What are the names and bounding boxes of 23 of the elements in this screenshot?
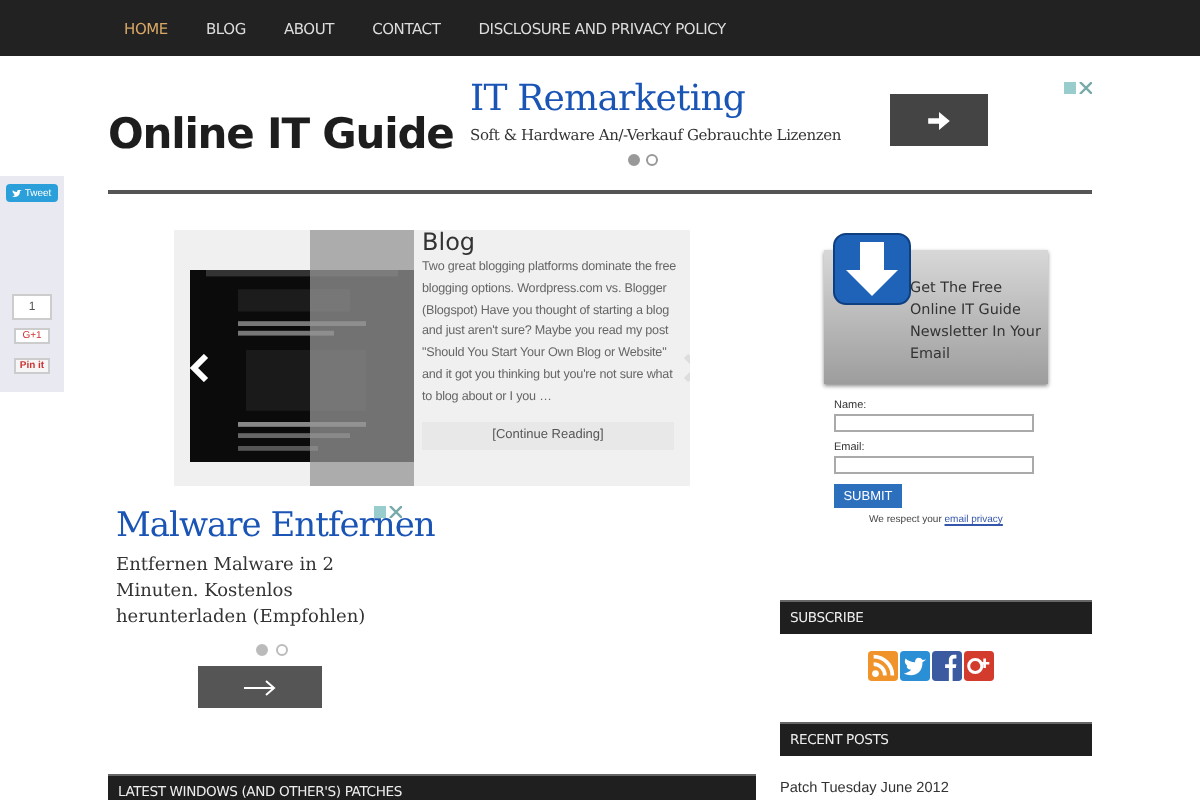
facebook-icon <box>931 650 961 682</box>
carousel-dot[interactable] <box>256 644 268 656</box>
ad-title[interactable]: Malware Entfernen <box>116 506 435 546</box>
name-field[interactable] <box>834 414 1034 432</box>
arrow-icon <box>928 111 950 129</box>
email-field[interactable] <box>834 456 1034 474</box>
ad-title[interactable]: IT Remarketing <box>470 78 890 120</box>
google-plus-icon <box>963 650 993 682</box>
bird-icon <box>12 189 23 197</box>
next-button[interactable] <box>890 94 988 146</box>
rss-icon <box>867 650 897 682</box>
chevron-left-icon[interactable] <box>190 354 210 382</box>
download-icon <box>832 232 912 306</box>
ad-choices-icon <box>1064 82 1092 94</box>
twitter-icon <box>899 650 929 682</box>
ad-text: Entfernen Malware in 2 Minuten. Kostenlos herunterladen (Empfohlen) <box>116 554 368 632</box>
arrow-icon <box>244 679 276 695</box>
slide-title: Blog <box>422 230 476 254</box>
carousel-dot[interactable] <box>646 154 658 166</box>
carousel-dot[interactable] <box>276 644 288 656</box>
site-logo[interactable]: Online IT Guide <box>108 109 470 157</box>
carousel-dot[interactable] <box>628 154 640 166</box>
ad-choices-icon <box>374 506 402 518</box>
